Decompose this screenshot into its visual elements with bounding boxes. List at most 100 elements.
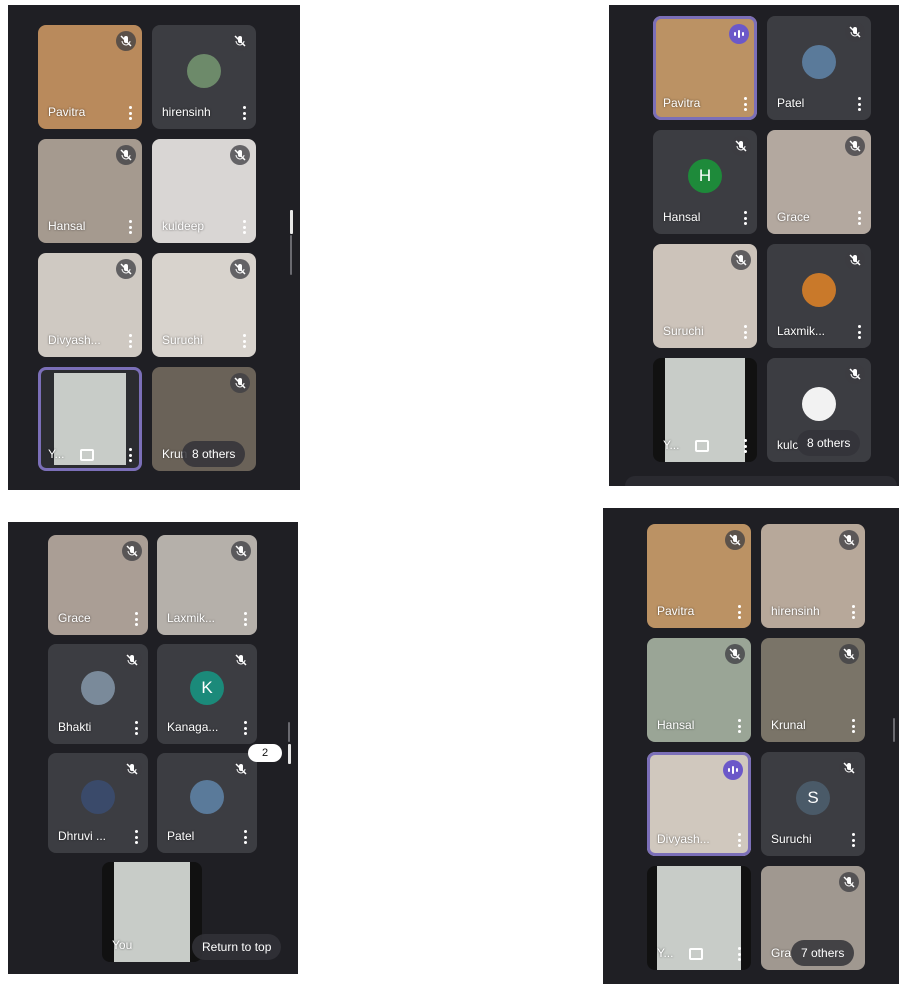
self-view-tile[interactable]: You xyxy=(102,862,202,962)
participant-tile[interactable]: Patel xyxy=(767,16,871,120)
participant-name: kulc xyxy=(777,438,799,452)
mic-muted-icon xyxy=(230,259,250,279)
others-count-pill[interactable]: 7 others xyxy=(791,940,855,966)
participant-tile[interactable]: K Kanaga... xyxy=(157,644,257,744)
return-to-top-button[interactable]: Return to top xyxy=(192,934,282,960)
scrollbar-track xyxy=(290,235,292,275)
self-view-tile[interactable]: Y... xyxy=(647,866,751,970)
participant-tile[interactable]: Gra 7 others xyxy=(761,866,865,970)
participant-tile[interactable]: S Suruchi xyxy=(761,752,865,856)
participant-tile[interactable]: hirensinh xyxy=(152,25,256,129)
participant-tile[interactable]: H Hansal xyxy=(653,130,757,234)
participant-tile[interactable]: Suruchi xyxy=(653,244,757,348)
participant-tile[interactable]: Laxmik... xyxy=(767,244,871,348)
participant-tile[interactable]: Hansal xyxy=(38,139,142,243)
self-view-icon[interactable] xyxy=(689,948,703,960)
more-options-icon[interactable] xyxy=(242,220,246,234)
meeting-screen-2: Pavitra Patel H Hansal Grace Suruchi Lax… xyxy=(609,5,899,486)
others-count-pill[interactable]: 8 others xyxy=(797,430,861,456)
mic-muted-icon xyxy=(839,530,859,550)
more-options-icon[interactable] xyxy=(242,334,246,348)
scrollbar-thumb[interactable] xyxy=(288,744,291,764)
mic-muted-icon xyxy=(845,250,865,270)
participant-tile[interactable]: Grace xyxy=(767,130,871,234)
participant-tile[interactable]: Suruchi xyxy=(152,253,256,357)
avatar-letter: S xyxy=(796,780,830,815)
participant-tile[interactable]: Krunal xyxy=(761,638,865,742)
mic-muted-icon xyxy=(230,31,250,51)
more-options-icon[interactable] xyxy=(737,719,741,733)
participant-tile[interactable]: kulc 8 others xyxy=(767,358,871,462)
more-options-icon[interactable] xyxy=(857,97,861,111)
more-options-icon[interactable] xyxy=(737,605,741,619)
participant-name: Kanaga... xyxy=(167,720,219,734)
participant-tile[interactable]: Divyash... xyxy=(38,253,142,357)
more-options-icon[interactable] xyxy=(851,719,855,733)
more-options-icon[interactable] xyxy=(134,612,138,626)
more-options-icon[interactable] xyxy=(134,830,138,844)
more-options-icon[interactable] xyxy=(242,106,246,120)
participant-name: Laxmik... xyxy=(167,611,216,625)
others-count-pill[interactable]: 8 others xyxy=(182,441,246,467)
participant-name: Laxmik... xyxy=(777,324,826,338)
participant-tile[interactable]: Hansal xyxy=(647,638,751,742)
scrollbar-track xyxy=(288,722,290,742)
participant-tile[interactable]: Bhakti xyxy=(48,644,148,744)
participant-tile[interactable]: Pavitra xyxy=(653,16,757,120)
more-options-icon[interactable] xyxy=(243,721,247,735)
participant-name: Grace xyxy=(777,210,810,224)
participant-tile[interactable]: Pavitra xyxy=(38,25,142,129)
avatar xyxy=(81,671,115,705)
bottom-bar-edge xyxy=(625,476,897,486)
participant-name: Suruchi xyxy=(771,832,812,846)
more-options-icon[interactable] xyxy=(851,833,855,847)
more-options-icon[interactable] xyxy=(128,334,132,348)
participant-tile[interactable]: Patel xyxy=(157,753,257,853)
self-view-tile[interactable]: Y... xyxy=(38,367,142,471)
mic-muted-icon xyxy=(230,145,250,165)
participant-name: Gra xyxy=(771,946,792,960)
mic-muted-icon xyxy=(122,759,142,779)
more-options-icon[interactable] xyxy=(743,211,747,225)
more-options-icon[interactable] xyxy=(743,439,747,453)
self-view-tile[interactable]: Y... xyxy=(653,358,757,462)
meeting-screen-3: Grace Laxmik... Bhakti K Kanaga... Dhruv… xyxy=(8,522,298,974)
more-options-icon[interactable] xyxy=(743,97,747,111)
self-view-icon[interactable] xyxy=(695,440,709,452)
participant-tile[interactable]: hirensinh xyxy=(761,524,865,628)
more-options-icon[interactable] xyxy=(743,325,747,339)
mic-muted-icon xyxy=(839,758,859,778)
more-options-icon[interactable] xyxy=(851,605,855,619)
mic-muted-icon xyxy=(731,250,751,270)
more-options-icon[interactable] xyxy=(243,612,247,626)
more-options-icon[interactable] xyxy=(134,721,138,735)
participant-name: Y... xyxy=(657,946,674,960)
speaking-indicator-icon xyxy=(723,760,743,780)
more-options-icon[interactable] xyxy=(857,211,861,225)
more-options-icon[interactable] xyxy=(128,106,132,120)
participant-tile[interactable]: Divyash... xyxy=(647,752,751,856)
more-options-icon[interactable] xyxy=(737,833,741,847)
participant-name: Divyash... xyxy=(657,832,710,846)
mic-muted-icon xyxy=(230,373,250,393)
participant-tile[interactable]: Pavitra xyxy=(647,524,751,628)
participant-tile[interactable]: Laxmik... xyxy=(157,535,257,635)
mic-muted-icon xyxy=(116,259,136,279)
mic-muted-icon xyxy=(231,541,251,561)
scrollbar-thumb[interactable] xyxy=(290,210,293,234)
self-view-icon[interactable] xyxy=(80,449,94,461)
participant-tile[interactable]: Dhruvi ... xyxy=(48,753,148,853)
participant-tile[interactable]: Grace xyxy=(48,535,148,635)
participant-name: Grace xyxy=(58,611,91,625)
meeting-screen-1: Pavitra hirensinh Hansal kuldeep Divyash… xyxy=(8,5,300,490)
more-options-icon[interactable] xyxy=(128,448,132,462)
more-options-icon[interactable] xyxy=(128,220,132,234)
more-options-icon[interactable] xyxy=(737,947,741,961)
more-options-icon[interactable] xyxy=(857,325,861,339)
participant-tile[interactable]: Krun 8 others xyxy=(152,367,256,471)
participant-name: Y... xyxy=(663,438,680,452)
participant-name: You xyxy=(112,938,133,952)
participant-name: Dhruvi ... xyxy=(58,829,107,843)
participant-tile[interactable]: kuldeep xyxy=(152,139,256,243)
more-options-icon[interactable] xyxy=(243,830,247,844)
